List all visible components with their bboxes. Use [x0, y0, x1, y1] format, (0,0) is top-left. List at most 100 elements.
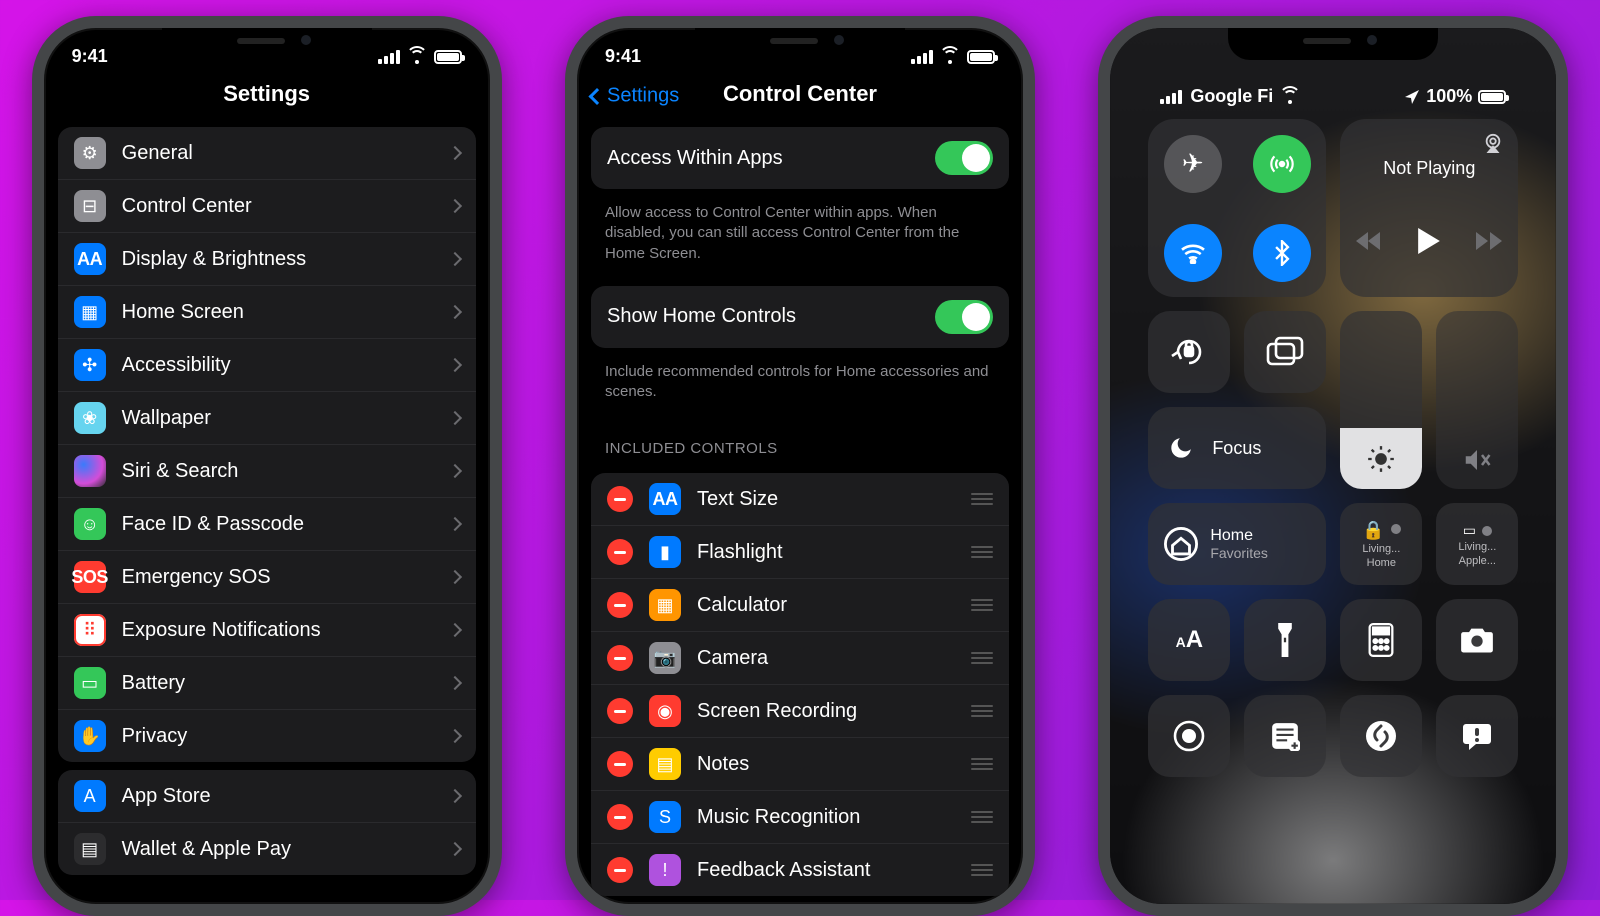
drag-handle-icon[interactable] [971, 705, 993, 717]
remove-button[interactable] [607, 804, 633, 830]
row-icon: ▤ [649, 748, 681, 780]
notes-button[interactable] [1244, 695, 1326, 777]
flashlight-button[interactable] [1244, 599, 1326, 681]
status-icons [378, 50, 462, 64]
feedback-button[interactable] [1436, 695, 1518, 777]
row-access-within-apps[interactable]: Access Within Apps [591, 127, 1009, 189]
included-control-row[interactable]: !Feedback Assistant [591, 844, 1009, 896]
text-size-button[interactable]: AA [1148, 599, 1230, 681]
row-label: Wallpaper [122, 407, 434, 430]
settings-row[interactable]: ▦Home Screen [58, 286, 476, 339]
bluetooth-button[interactable] [1253, 224, 1311, 282]
settings-row[interactable]: ✣Accessibility [58, 339, 476, 392]
settings-row[interactable]: Siri & Search [58, 445, 476, 498]
status-time: 9:41 [605, 46, 641, 67]
drag-handle-icon[interactable] [971, 599, 993, 611]
calculator-button[interactable] [1340, 599, 1422, 681]
focus-button[interactable]: Focus [1148, 407, 1326, 489]
row-icon: ▦ [649, 589, 681, 621]
drag-handle-icon[interactable] [971, 546, 993, 558]
chevron-right-icon [448, 358, 462, 372]
settings-row[interactable]: ⠿Exposure Notifications [58, 604, 476, 657]
settings-row[interactable]: ⚙︎General [58, 127, 476, 180]
screen-mirroring-button[interactable] [1244, 311, 1326, 393]
remove-button[interactable] [607, 539, 633, 565]
settings-row[interactable]: ✋Privacy [58, 710, 476, 762]
wifi-button[interactable] [1164, 224, 1222, 282]
play-button[interactable] [1418, 228, 1440, 259]
battery-icon [967, 50, 995, 64]
settings-row[interactable]: ▤Wallet & Apple Pay [58, 823, 476, 875]
row-show-home-controls[interactable]: Show Home Controls [591, 286, 1009, 348]
next-track-button[interactable] [1476, 232, 1502, 255]
included-control-row[interactable]: 📷Camera [591, 632, 1009, 685]
phone-settings: 9:41 Settings ⚙︎General⊟Control CenterAA… [32, 16, 502, 916]
remove-button[interactable] [607, 857, 633, 883]
row-label: Calculator [697, 594, 955, 617]
remove-button[interactable] [607, 486, 633, 512]
included-control-row[interactable]: AAText Size [591, 473, 1009, 526]
settings-row[interactable]: ▭Battery [58, 657, 476, 710]
orientation-lock-button[interactable] [1148, 311, 1230, 393]
remove-button[interactable] [607, 592, 633, 618]
settings-row[interactable]: ❀Wallpaper [58, 392, 476, 445]
connectivity-group[interactable] [1148, 119, 1326, 297]
row-icon: ▦ [74, 296, 106, 328]
chevron-right-icon [448, 570, 462, 584]
volume-slider[interactable] [1436, 311, 1518, 489]
toggle-label: Show Home Controls [607, 305, 919, 328]
drag-handle-icon[interactable] [971, 652, 993, 664]
toggle-label: Access Within Apps [607, 147, 919, 170]
row-label: Privacy [122, 725, 434, 748]
toggle-switch[interactable] [935, 300, 993, 334]
music-recognition-button[interactable] [1340, 695, 1422, 777]
battery-percent: 100% [1426, 86, 1472, 107]
dot-icon [1482, 526, 1492, 536]
drag-handle-icon[interactable] [971, 811, 993, 823]
cellular-data-button[interactable] [1253, 135, 1311, 193]
included-control-row[interactable]: ▦ Calculator [591, 579, 1009, 632]
remove-button[interactable] [607, 645, 633, 671]
row-icon: ▮ [649, 536, 681, 568]
battery-icon [1478, 90, 1506, 104]
settings-row[interactable]: AApp Store [58, 770, 476, 823]
screen-recording-button[interactable] [1148, 695, 1230, 777]
home-favorites-button[interactable]: Home Favorites [1148, 503, 1326, 585]
previous-track-button[interactable] [1356, 232, 1382, 255]
home-accessory-2[interactable]: ▭ Living... Apple... [1436, 503, 1518, 585]
row-label: Camera [697, 647, 955, 670]
acc-line2: Apple... [1459, 555, 1496, 567]
brightness-slider[interactable] [1340, 311, 1422, 489]
home-accessory-1[interactable]: 🔒 Living... Home [1340, 503, 1422, 585]
airplane-mode-button[interactable] [1164, 135, 1222, 193]
included-control-row[interactable]: ▤Notes [591, 738, 1009, 791]
included-control-row[interactable]: ◉Screen Recording [591, 685, 1009, 738]
settings-row[interactable]: SOSEmergency SOS [58, 551, 476, 604]
media-playback-tile[interactable]: Not Playing [1340, 119, 1518, 297]
row-label: Exposure Notifications [122, 619, 434, 642]
remove-button[interactable] [607, 751, 633, 777]
screen: Google Fi 100% [1110, 28, 1556, 777]
settings-row[interactable]: AADisplay & Brightness [58, 233, 476, 286]
row-label: Face ID & Passcode [122, 513, 434, 536]
row-icon: ◉ [649, 695, 681, 727]
camera-button[interactable] [1436, 599, 1518, 681]
back-button[interactable]: Settings [591, 85, 679, 108]
remove-button[interactable] [607, 698, 633, 724]
airplay-icon[interactable] [1482, 133, 1504, 158]
nav-header: Settings [44, 73, 490, 119]
drag-handle-icon[interactable] [971, 864, 993, 876]
included-control-row[interactable]: SMusic Recognition [591, 791, 1009, 844]
chevron-right-icon [448, 464, 462, 478]
settings-row[interactable]: ☺Face ID & Passcode [58, 498, 476, 551]
phone-control-center-settings: 9:41 Settings Control Center Access With… [565, 16, 1035, 916]
drag-handle-icon[interactable] [971, 493, 993, 505]
drag-handle-icon[interactable] [971, 758, 993, 770]
row-label: Control Center [122, 195, 434, 218]
settings-group-main: ⚙︎General⊟Control CenterAADisplay & Brig… [58, 127, 476, 762]
settings-row[interactable]: ⊟Control Center [58, 180, 476, 233]
included-control-row[interactable]: ▮Flashlight [591, 526, 1009, 579]
location-icon [1404, 89, 1420, 105]
toggle-switch[interactable] [935, 141, 993, 175]
row-icon [74, 455, 106, 487]
